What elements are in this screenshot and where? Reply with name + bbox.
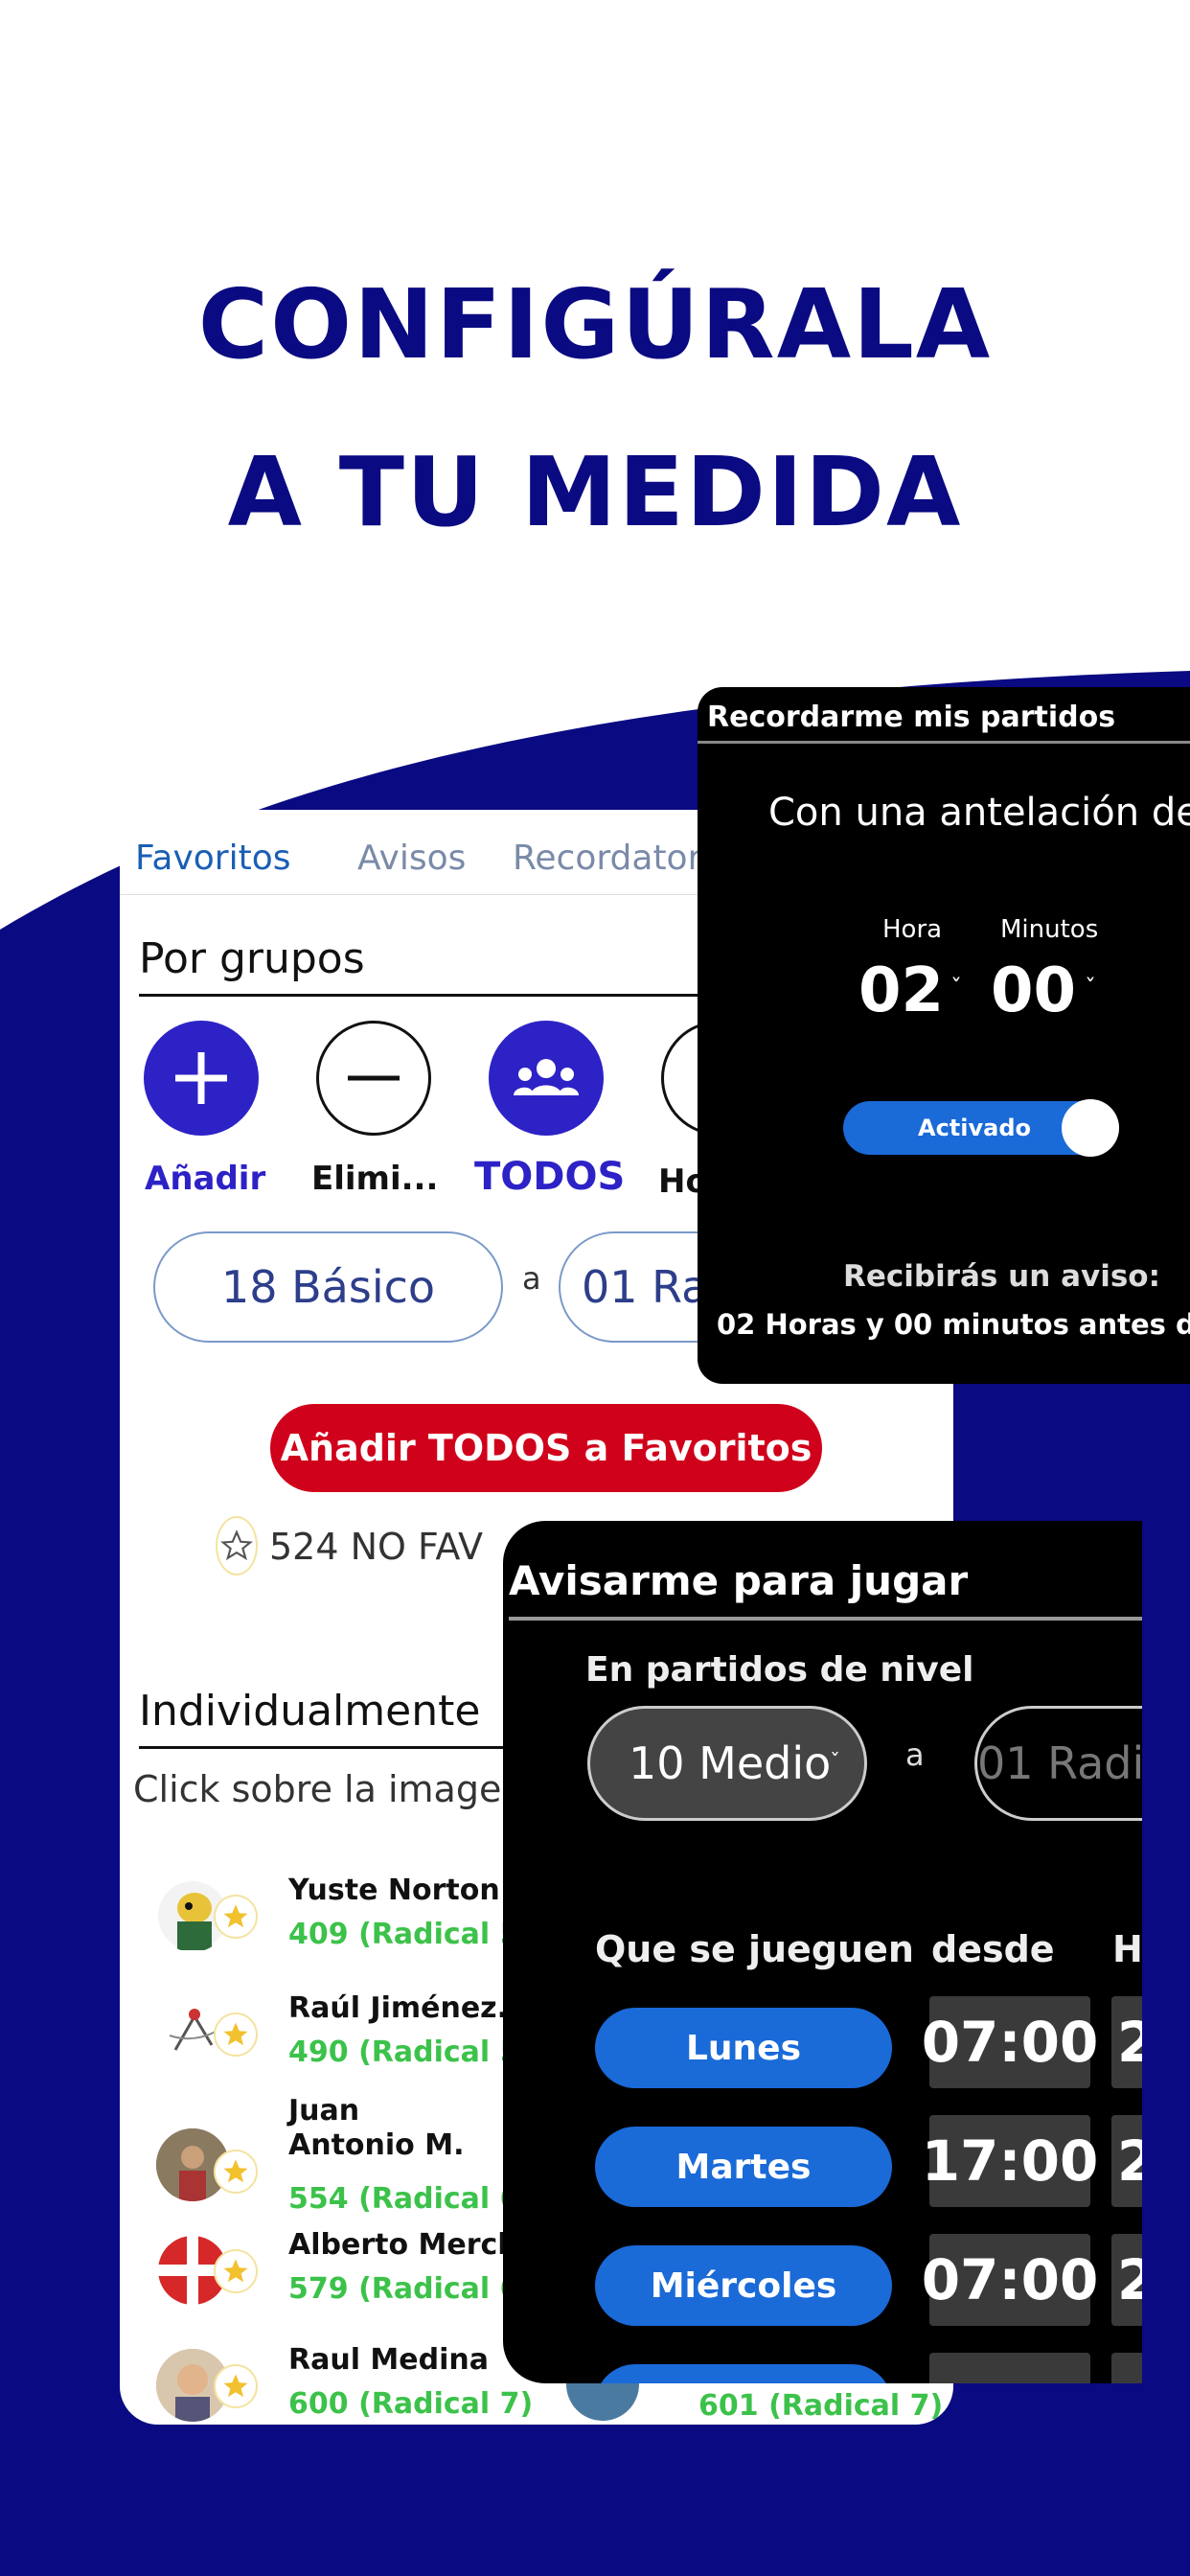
group-icon bbox=[514, 1059, 579, 1095]
remove-group-button[interactable] bbox=[316, 1021, 431, 1136]
level-to-select[interactable]: 01 Radi bbox=[974, 1706, 1142, 1821]
hour-label: Hora bbox=[882, 915, 943, 944]
to-time-lunes[interactable]: 2 bbox=[1111, 1996, 1142, 2088]
to-time-martes[interactable]: 2 bbox=[1111, 2115, 1142, 2207]
day-button-lunes[interactable]: Lunes bbox=[595, 2008, 892, 2088]
star-filled-icon[interactable] bbox=[214, 2249, 258, 2293]
day-button-next[interactable] bbox=[595, 2364, 892, 2383]
reminder-subtitle: Con una antelación de bbox=[768, 791, 1190, 835]
col-from-header: desde bbox=[931, 1928, 1055, 1970]
add-group-button[interactable] bbox=[144, 1021, 259, 1136]
tab-recordatorios[interactable]: Recordator bbox=[513, 839, 701, 878]
level-from-value: 10 Medio bbox=[629, 1737, 832, 1789]
list-item[interactable]: Raúl Jiménez. 490 (Radical 5) bbox=[156, 1991, 533, 2097]
headline-line2: A TU MEDIDA bbox=[227, 436, 963, 548]
from-time-miercoles[interactable]: 07:00 bbox=[922, 2234, 1098, 2326]
plus-icon bbox=[175, 1052, 227, 1104]
minutes-label: Minutos bbox=[1000, 915, 1099, 944]
col-days-header: Que se jueguen bbox=[595, 1928, 914, 1970]
range-separator: a bbox=[522, 1260, 541, 1297]
col-to-header: H bbox=[1112, 1928, 1142, 1970]
player-rank: 490 (Radical 5) bbox=[288, 2036, 534, 2069]
reminder-panel: Recordarme mis partidos Con una antelaci… bbox=[698, 687, 1190, 1384]
star-filled-icon[interactable] bbox=[214, 2364, 258, 2408]
player-rank: 409 (Radical 5) bbox=[288, 1918, 534, 1951]
player-name: Yuste Norton bbox=[288, 1874, 500, 1907]
from-time-next[interactable] bbox=[929, 2353, 1090, 2383]
notify-panel: Avisarme para jugar En partidos de nivel… bbox=[503, 1521, 1142, 2383]
all-group-button[interactable] bbox=[489, 1021, 604, 1136]
reminder-toggle[interactable]: Activado bbox=[843, 1099, 1119, 1157]
player-rank: 601 (Radical 7) bbox=[698, 2389, 944, 2423]
all-group-label: TODOS bbox=[474, 1155, 626, 1199]
minus-icon bbox=[348, 1075, 400, 1081]
groups-title: Por grupos bbox=[139, 934, 365, 983]
list-item[interactable]: Raul Medina 600 (Radical 7) bbox=[156, 2343, 533, 2425]
player-rank: 554 (Radical 6) bbox=[288, 2182, 534, 2216]
range-from-select[interactable]: 18 Básico bbox=[153, 1231, 503, 1343]
individual-title: Individualmente bbox=[139, 1687, 481, 1736]
day-button-miercoles[interactable]: Miércoles bbox=[595, 2245, 892, 2326]
reminder-title: Recordarme mis partidos bbox=[707, 701, 1116, 734]
remove-group-label: Elimi... bbox=[311, 1160, 439, 1198]
groups-divider bbox=[139, 994, 752, 997]
toggle-label: Activado bbox=[918, 1115, 1032, 1141]
reminder-divider bbox=[698, 741, 1190, 744]
notice-title: Recibirás un aviso: bbox=[843, 1259, 1160, 1294]
star-outline-icon bbox=[216, 1516, 258, 1576]
no-fav-count: 524 NO FAV bbox=[269, 1526, 483, 1568]
individual-hint: Click sobre la image bbox=[133, 1768, 502, 1810]
day-button-martes[interactable]: Martes bbox=[595, 2127, 892, 2207]
to-time-next[interactable] bbox=[1111, 2353, 1142, 2383]
notice-text: 02 Horas y 00 minutos antes del par bbox=[717, 1308, 1190, 1341]
chevron-down-icon: ˇ bbox=[950, 975, 962, 1001]
player-rank: 579 (Radical 6) bbox=[288, 2272, 534, 2306]
notify-title: Avisarme para jugar bbox=[509, 1557, 969, 1604]
from-time-martes[interactable]: 17:00 bbox=[922, 2115, 1098, 2207]
headline-line1: CONFIGÚRALA bbox=[197, 268, 993, 380]
player-name: Alberto Mercha. bbox=[288, 2228, 504, 2262]
tab-avisos[interactable]: Avisos bbox=[357, 839, 466, 878]
add-group-label: Añadir bbox=[145, 1160, 266, 1198]
player-name: Raúl Jiménez. bbox=[288, 1991, 509, 2025]
star-filled-icon[interactable] bbox=[214, 1895, 258, 1939]
list-item[interactable]: Yuste Norton 409 (Radical 5) bbox=[156, 1874, 533, 1979]
chevron-down-icon: ˇ bbox=[830, 1751, 840, 1775]
list-item[interactable]: Juan Antonio M. 554 (Radical 6) bbox=[156, 2094, 533, 2233]
player-name: Juan Antonio M. bbox=[288, 2094, 465, 2162]
notify-divider bbox=[509, 1617, 1142, 1621]
toggle-knob bbox=[1062, 1099, 1119, 1157]
star-filled-icon[interactable] bbox=[214, 2150, 258, 2194]
minutes-select[interactable]: 00 bbox=[991, 955, 1076, 1026]
to-time-miercoles[interactable]: 2 bbox=[1111, 2234, 1142, 2326]
level-to-value: 01 Radi bbox=[977, 1737, 1142, 1789]
from-time-lunes[interactable]: 07:00 bbox=[922, 1996, 1098, 2088]
player-name: Raul Medina bbox=[288, 2343, 489, 2377]
level-label: En partidos de nivel bbox=[585, 1650, 974, 1690]
add-all-favorites-button[interactable]: Añadir TODOS a Favoritos bbox=[270, 1404, 822, 1492]
level-separator: a bbox=[905, 1736, 925, 1773]
chevron-down-icon: ˇ bbox=[1085, 975, 1096, 1001]
player-rank: 600 (Radical 7) bbox=[288, 2387, 534, 2421]
tab-favoritos[interactable]: Favoritos bbox=[135, 839, 291, 878]
list-item[interactable]: Alberto Mercha. 579 (Radical 6) bbox=[156, 2228, 533, 2334]
star-filled-icon[interactable] bbox=[214, 2012, 258, 2057]
level-from-select[interactable]: 10 Medio ˇ bbox=[587, 1706, 867, 1821]
hour-select[interactable]: 02 bbox=[858, 955, 944, 1026]
